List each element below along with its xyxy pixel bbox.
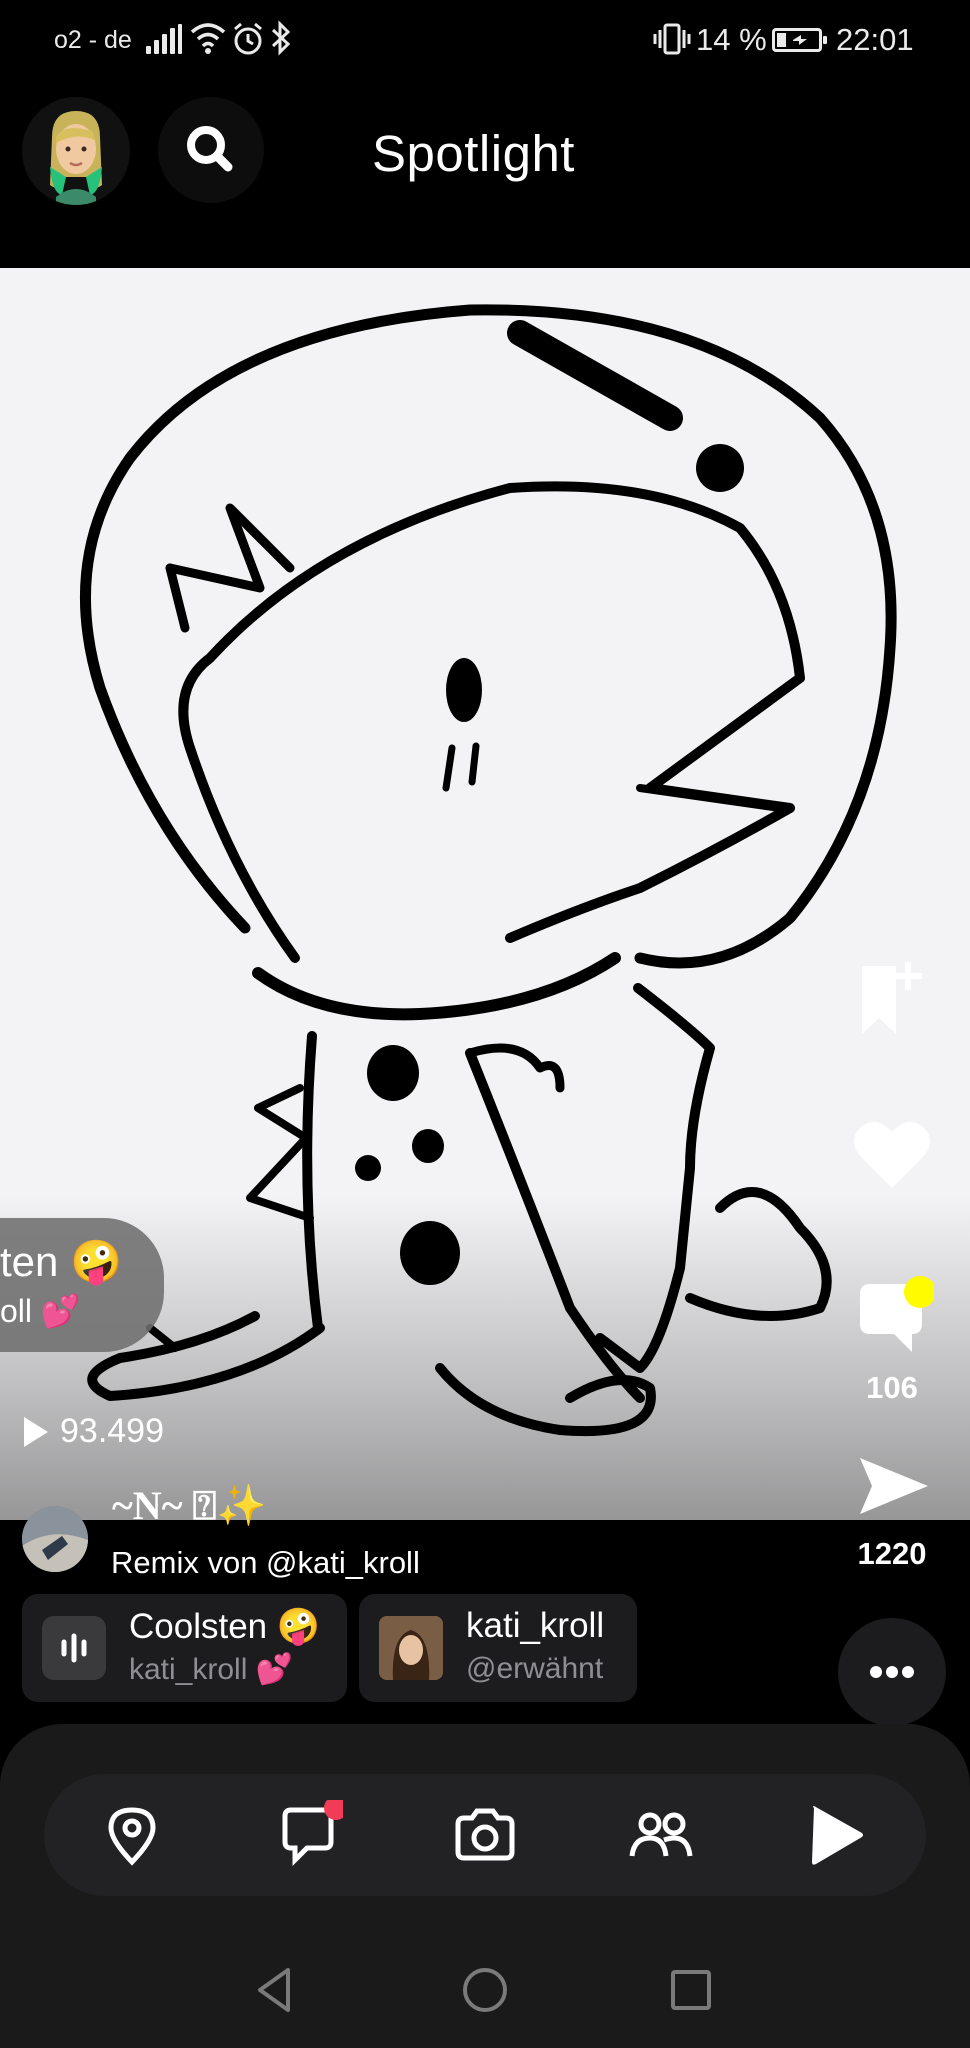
view-count-value: 93.499 — [60, 1412, 164, 1450]
status-bar: o2 - de 14 % 22:01 — [0, 0, 970, 84]
comment-count: 106 — [866, 1370, 918, 1405]
mention-title: kati_kroll — [466, 1606, 605, 1645]
battery-percent: 14 % — [696, 22, 767, 57]
bitmoji-avatar-icon — [50, 111, 102, 205]
creator-photo — [22, 1506, 88, 1572]
home-icon — [463, 1968, 507, 2012]
more-button[interactable] — [838, 1618, 946, 1726]
comment-button[interactable] — [850, 1272, 934, 1356]
camera-icon — [455, 1808, 515, 1861]
nav-spotlight[interactable] — [802, 1800, 872, 1870]
recents-icon — [671, 1970, 711, 2010]
signal-icon — [146, 24, 182, 54]
clock: 22:01 — [836, 22, 914, 57]
system-back-button[interactable] — [248, 1962, 304, 2018]
share-count: 1220 — [857, 1536, 927, 1571]
search-icon — [187, 126, 233, 172]
mention-avatar — [379, 1616, 443, 1680]
mention-subtitle: @erwähnt — [466, 1652, 604, 1685]
play-count-icon — [24, 1416, 48, 1447]
bookmark-button[interactable] — [850, 958, 934, 1042]
play-icon — [812, 1806, 863, 1865]
bookmark-add-icon — [862, 962, 922, 1034]
remix-credit[interactable]: Remix von @kati_kroll — [111, 1545, 420, 1581]
sound-chip[interactable]: Coolsten 🤪 kati_kroll 💕 — [22, 1594, 347, 1702]
heart-icon — [854, 1121, 930, 1188]
system-recents-button[interactable] — [663, 1962, 719, 2018]
nav-map[interactable] — [97, 1800, 167, 1870]
alarm-icon — [232, 22, 264, 56]
sticker-subtitle: oll 💕 — [0, 1293, 81, 1329]
search-button[interactable] — [158, 97, 264, 203]
sound-title: Coolsten 🤪 — [129, 1607, 321, 1646]
mention-chip[interactable]: kati_kroll @erwähnt — [359, 1594, 637, 1702]
share-icon — [860, 1458, 928, 1514]
creator-avatar[interactable] — [22, 1506, 88, 1572]
creator-name[interactable]: ~N~ ⍰✨ — [112, 1482, 266, 1529]
back-icon — [258, 1968, 290, 2012]
nav-camera[interactable] — [450, 1800, 520, 1870]
friends-icon — [629, 1812, 693, 1857]
system-home-button[interactable] — [457, 1962, 513, 2018]
sticker-title: ten 🤪 — [0, 1238, 123, 1285]
share-button[interactable] — [850, 1444, 934, 1528]
like-button[interactable] — [850, 1112, 934, 1196]
more-dots-icon — [870, 1666, 914, 1678]
nav-chat[interactable] — [273, 1800, 343, 1870]
sound-wave-icon — [42, 1616, 106, 1680]
carrier-label: o2 - de — [54, 26, 132, 54]
battery-charging-icon — [772, 28, 827, 52]
comment-icon — [860, 1276, 934, 1352]
map-pin-icon — [108, 1807, 156, 1866]
wifi-icon — [190, 20, 226, 56]
page-title: Spotlight — [372, 125, 575, 182]
nav-friends[interactable] — [626, 1800, 696, 1870]
profile-avatar[interactable] — [22, 97, 130, 205]
bluetooth-icon — [270, 20, 292, 56]
view-count: 93.499 — [24, 1412, 164, 1451]
sound-subtitle: kati_kroll 💕 — [129, 1653, 294, 1686]
vibrate-icon — [652, 22, 692, 56]
chat-icon — [282, 1800, 343, 1867]
